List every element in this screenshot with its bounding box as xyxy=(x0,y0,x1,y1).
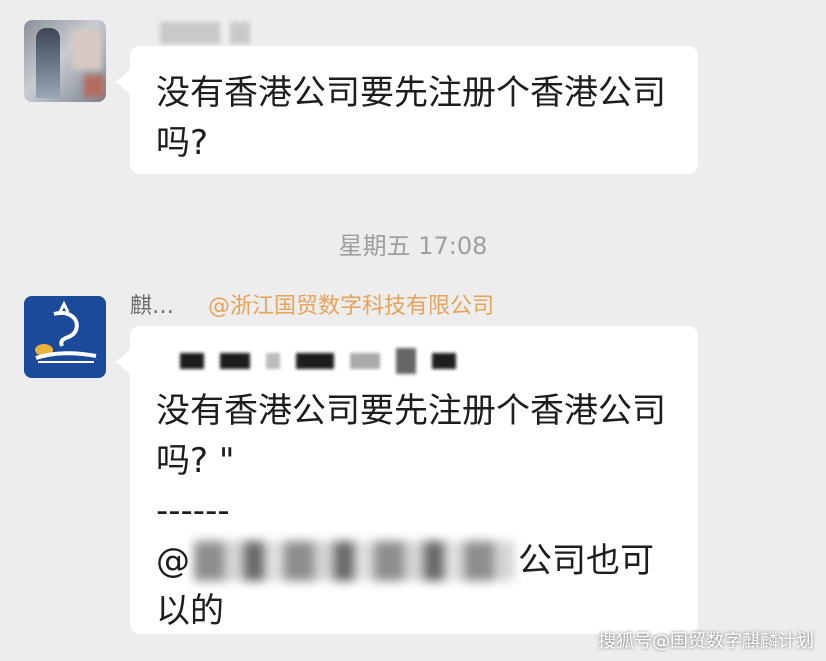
company-tag[interactable]: @浙江国贸数字科技有限公司 xyxy=(208,288,494,320)
quote-separator: ------ xyxy=(156,491,230,531)
message-bubble[interactable]: 没有香港公司要先注册个香港公司 吗? xyxy=(116,46,698,174)
building-avatar-icon xyxy=(36,28,60,98)
quoted-text-line: 没有香港公司要先注册个香港公司 xyxy=(156,391,666,431)
dragon-logo-icon xyxy=(24,296,106,378)
redacted-mention xyxy=(194,541,514,581)
contact-avatar[interactable] xyxy=(24,20,106,102)
quoted-text-line: 吗? " xyxy=(156,441,235,481)
contact-avatar[interactable] xyxy=(24,296,106,378)
message-text-line: 没有香港公司要先注册个香港公司 xyxy=(156,73,666,113)
sender-name[interactable]: 麒… xyxy=(130,288,174,320)
sender-row: 麒… @浙江国贸数字科技有限公司 xyxy=(130,288,494,320)
mention-line: @ 公司也可 xyxy=(156,536,672,586)
mention-suffix: 公司也可 xyxy=(518,541,654,581)
mention-at: @ xyxy=(156,541,190,581)
redacted-sender-name xyxy=(160,22,250,44)
redacted-quote-header xyxy=(180,348,456,374)
chat-timestamp: 星期五 17:08 xyxy=(338,232,488,260)
message-text-line: 以的 xyxy=(156,591,224,631)
source-watermark: 搜狐号@国贸数字麒麟计划 xyxy=(598,631,814,652)
message-text-line: 吗? xyxy=(156,123,209,163)
avatar-blur xyxy=(72,30,102,70)
avatar-blur-2 xyxy=(84,75,104,97)
